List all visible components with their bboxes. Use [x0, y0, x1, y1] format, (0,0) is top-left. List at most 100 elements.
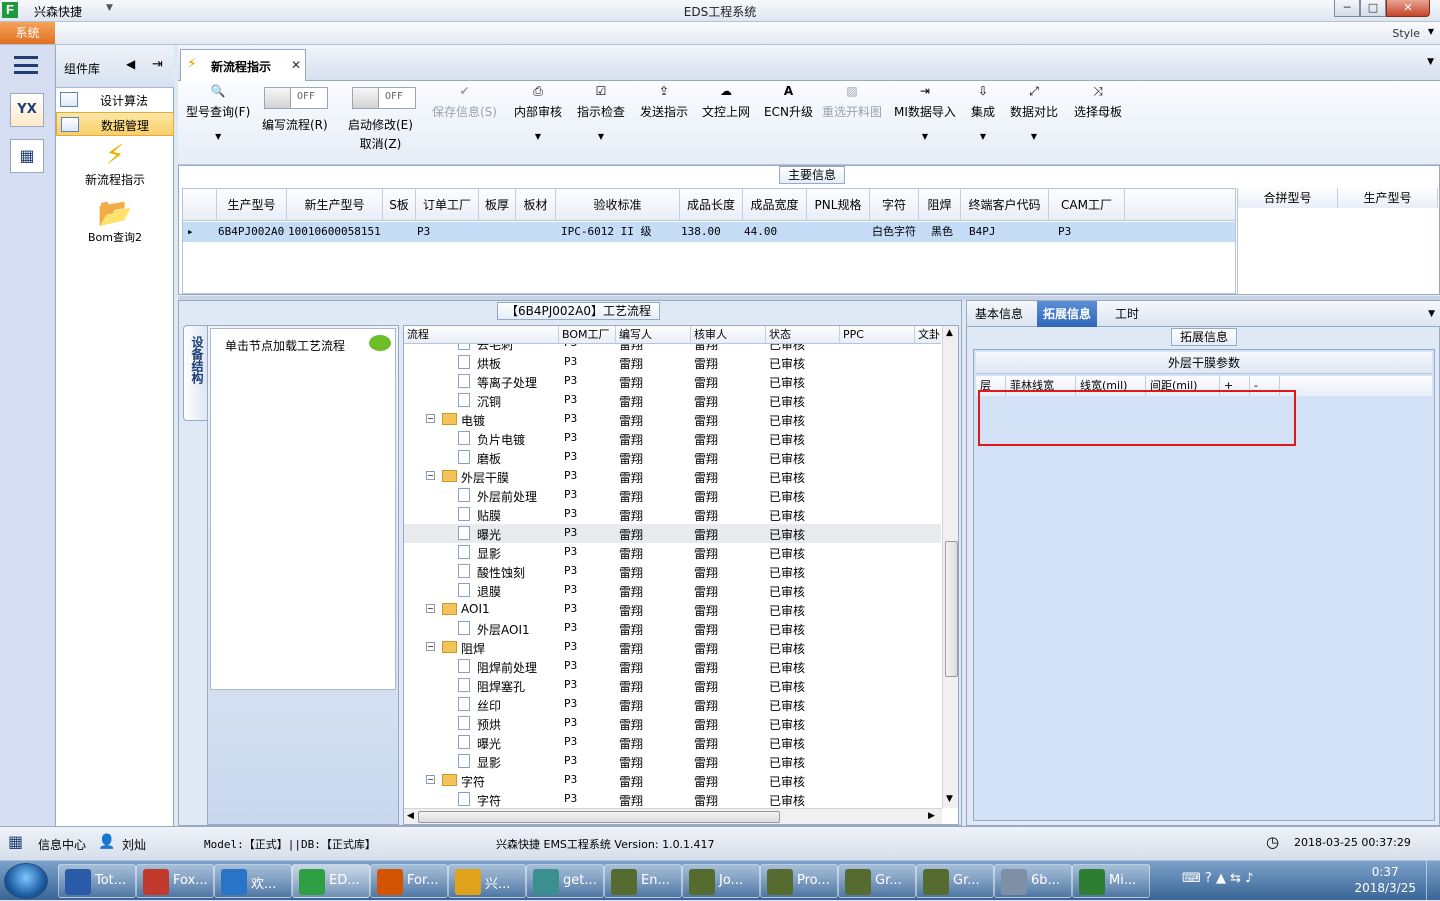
taskbar-item[interactable]: Mi... — [1072, 864, 1150, 898]
tree-leaf-row[interactable]: 退膜 P3 雷翔 雷翔 已审核 — [404, 581, 941, 600]
ecn-upgrade-button[interactable]: A ECN升级 — [764, 84, 813, 120]
tree-leaf-row[interactable]: 沉铜 P3 雷翔 雷翔 已审核 — [404, 391, 941, 410]
tree-leaf-row[interactable]: 磨板 P3 雷翔 雷翔 已审核 — [404, 448, 941, 467]
tab-basic-info[interactable]: 基本信息 — [969, 301, 1029, 327]
scroll-down-icon[interactable]: ▼ — [946, 794, 953, 804]
component-item-design-algorithm[interactable]: 设计算法 — [56, 88, 174, 112]
network-icon[interactable]: ⇆ — [1230, 871, 1241, 886]
info-center-label[interactable]: 信息中心 — [38, 836, 86, 853]
tree-folder-row[interactable]: − 电镀 P3 雷翔 雷翔 已审核 — [404, 410, 941, 429]
cell[interactable]: P3 — [1058, 222, 1118, 242]
column-header[interactable]: 生产型号 — [217, 189, 287, 221]
chevron-down-icon[interactable]: ▼ — [514, 132, 562, 141]
tree-leaf-row[interactable]: 去毛刺 P3 雷翔 雷翔 已审核 — [404, 344, 941, 353]
grid-apps-icon[interactable]: ▦ — [8, 832, 23, 851]
system-menu[interactable]: 系统 — [0, 22, 55, 44]
column-header[interactable]: 生产型号 — [1338, 188, 1438, 208]
close-button[interactable]: ✕ — [1386, 0, 1430, 17]
reselect-cutting-diagram-button[interactable]: ▨ 重选开料图 — [822, 84, 882, 120]
tree-leaf-row[interactable]: 外层AOI1 P3 雷翔 雷翔 已审核 — [404, 619, 941, 638]
taskbar-item[interactable]: Tot... — [58, 864, 136, 898]
column-header[interactable]: 核审人 — [691, 326, 766, 344]
tree-leaf-row[interactable]: 预烘 P3 雷翔 雷翔 已审核 — [404, 714, 941, 733]
column-header[interactable]: 板厚 — [479, 189, 516, 221]
tree-leaf-row[interactable]: 丝印 P3 雷翔 雷翔 已审核 — [404, 695, 941, 714]
horizontal-scrollbar[interactable]: ◀ ▶ — [404, 808, 942, 824]
tab-work-hours[interactable]: 工时 — [1109, 301, 1145, 327]
keyboard-icon[interactable]: ⌨ — [1182, 871, 1201, 886]
send-indication-button[interactable]: ⇪ 发送指示 — [640, 84, 688, 120]
tree-leaf-row[interactable]: 显影 P3 雷翔 雷翔 已审核 — [404, 752, 941, 771]
tree-leaf-row[interactable]: 阻焊塞孔 P3 雷翔 雷翔 已审核 — [404, 676, 941, 695]
collapse-left-icon[interactable]: ◀ — [126, 57, 135, 71]
taskbar-item[interactable]: ED... — [292, 864, 370, 898]
column-header[interactable]: PPC — [840, 326, 915, 344]
minimize-button[interactable]: ─ — [1334, 0, 1360, 17]
cell[interactable]: P3 — [417, 222, 480, 242]
taskbar-item[interactable]: 欢... — [214, 864, 292, 898]
model-query-button[interactable]: 🔍 型号查询(F) ▼ — [186, 84, 250, 141]
column-header[interactable]: S板 — [383, 189, 416, 221]
collapse-toggle-icon[interactable]: − — [426, 642, 435, 651]
tree-leaf-row[interactable]: 曝光 P3 雷翔 雷翔 已审核 — [404, 733, 941, 752]
cell[interactable]: 10010600058151 — [288, 222, 384, 242]
start-modify-toggle[interactable]: OFF — [352, 87, 416, 109]
cell[interactable]: 黑色 — [931, 222, 973, 242]
taskbar-item[interactable]: Jo... — [682, 864, 760, 898]
bom-query-item[interactable]: 📂 Bom查询2 — [56, 197, 174, 245]
cell[interactable]: 6B4PJ002A0 — [218, 222, 288, 242]
column-header[interactable]: 终端客户代码 — [961, 189, 1049, 221]
tree-leaf-row[interactable]: 外层前处理 P3 雷翔 雷翔 已审核 — [404, 486, 941, 505]
write-flow-toggle[interactable]: OFF — [264, 87, 328, 109]
taskbar-item[interactable]: En... — [604, 864, 682, 898]
taskbar-item[interactable]: Fox... — [136, 864, 214, 898]
save-info-button[interactable]: ✔ 保存信息(S) — [432, 84, 497, 120]
column-header[interactable]: PNL规格 — [807, 189, 870, 221]
volume-icon[interactable]: ♪ — [1245, 871, 1253, 886]
collapse-toggle-icon[interactable]: − — [426, 604, 435, 613]
taskbar-clock[interactable]: 0:37 2018/3/25 — [1354, 864, 1416, 896]
table-row[interactable]: ▸ 6B4PJ002A0 10010600058151 P3 IPC-6012 … — [183, 222, 1235, 242]
cell[interactable]: 138.00 — [681, 222, 744, 242]
chevron-down-icon[interactable]: ▼ — [1428, 309, 1435, 319]
column-header[interactable]: 文卦 — [915, 326, 945, 344]
cell[interactable]: 白色字符 — [872, 222, 921, 242]
show-desktop-button[interactable] — [1426, 861, 1440, 901]
equipment-structure-tab[interactable]: 设备结构 — [183, 325, 207, 421]
cell[interactable] — [517, 222, 557, 242]
yx-module-icon[interactable]: YX — [10, 93, 44, 127]
column-header[interactable]: BOM工厂 — [559, 326, 616, 344]
tree-leaf-row[interactable]: 阻焊前处理 P3 雷翔 雷翔 已审核 — [404, 657, 941, 676]
restore-button[interactable]: □ — [1360, 0, 1386, 17]
chevron-down-icon[interactable]: ▼ — [971, 132, 995, 141]
tree-folder-row[interactable]: − 外层干膜 P3 雷翔 雷翔 已审核 — [404, 467, 941, 486]
calendar-calculator-icon[interactable]: ▦ — [10, 139, 44, 173]
doc-control-upload-button[interactable]: ☁ 文控上网 — [702, 84, 750, 120]
component-item-data-management[interactable]: 数据管理 — [56, 112, 174, 136]
chevron-down-icon[interactable]: ▼ — [186, 132, 250, 141]
collapse-toggle-icon[interactable]: − — [426, 414, 435, 423]
column-header[interactable]: 验收标准 — [556, 189, 680, 221]
column-header[interactable]: 成品长度 — [680, 189, 743, 221]
chevron-down-icon[interactable]: ▼ — [1010, 132, 1058, 141]
mi-data-import-button[interactable]: ⇥ MI数据导入 ▼ — [894, 84, 956, 141]
taskbar-item[interactable]: For... — [370, 864, 448, 898]
scroll-up-icon[interactable]: ▲ — [946, 328, 953, 338]
internal-review-button[interactable]: ⎙ 内部审核 ▼ — [514, 84, 562, 141]
chevron-down-icon[interactable]: ▼ — [1428, 27, 1434, 36]
column-header[interactable]: 合拼型号 — [1238, 188, 1338, 208]
tree-leaf-row[interactable]: 酸性蚀刻 P3 雷翔 雷翔 已审核 — [404, 562, 941, 581]
collapse-toggle-icon[interactable]: − — [426, 775, 435, 784]
tree-folder-row[interactable]: − 字符 P3 雷翔 雷翔 已审核 — [404, 771, 941, 790]
chevron-down-icon[interactable]: ▼ — [577, 132, 625, 141]
taskbar-item[interactable]: Pro... — [760, 864, 838, 898]
cell[interactable]: IPC-6012 II 级 — [561, 222, 681, 242]
column-header[interactable]: CAM工厂 — [1049, 189, 1125, 221]
column-header[interactable]: 字符 — [870, 189, 919, 221]
tree-leaf-row[interactable]: 烘板 P3 雷翔 雷翔 已审核 — [404, 353, 941, 372]
taskbar-item[interactable]: Gr... — [838, 864, 916, 898]
close-tab-icon[interactable]: ✕ — [291, 58, 301, 72]
column-header[interactable]: 订单工厂 — [416, 189, 479, 221]
column-header[interactable]: 阻焊 — [919, 189, 961, 221]
tree-folder-row[interactable]: − AOI1 P3 雷翔 雷翔 已审核 — [404, 600, 941, 619]
